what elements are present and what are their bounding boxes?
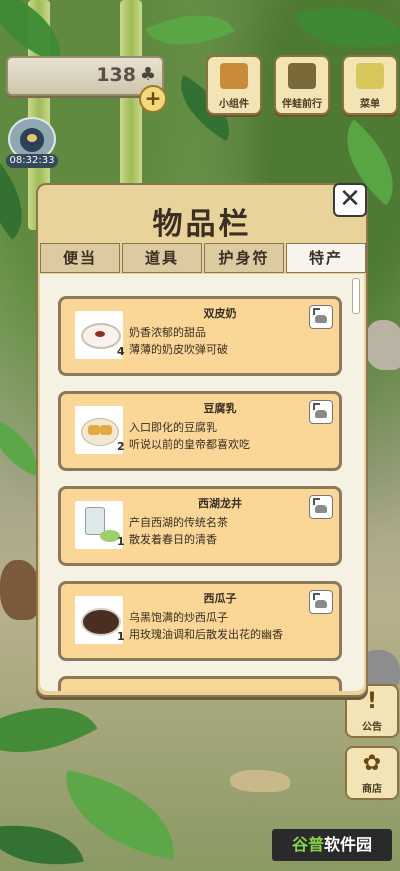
share-icon[interactable]	[309, 495, 333, 519]
item-description: 产自西湖的传统名茶	[129, 516, 228, 529]
share-icon[interactable]	[309, 590, 333, 614]
clover-icon: ♣	[139, 64, 156, 85]
leaf	[0, 812, 84, 871]
widget-icon	[220, 63, 248, 89]
tab-specialties[interactable]: 特产	[286, 243, 366, 273]
shop-icon: ✿	[362, 751, 382, 776]
frog-journey-button-label: 伴蛙前行	[282, 99, 322, 110]
longjing-tea-icon	[75, 501, 123, 549]
item-description: 用玫瑰油调和后散发出花的幽香	[129, 628, 283, 641]
item-description: 薄薄的奶皮吹弹可破	[129, 343, 228, 356]
wooden-cart	[0, 560, 40, 620]
notice-button-label: 公告	[362, 722, 382, 733]
watermelon-seeds-icon	[75, 596, 123, 644]
list-item[interactable]: 1 西湖龙井 产自西湖的传统名茶 散发着春日的清香	[58, 486, 342, 566]
site-watermark: 谷普软件园	[272, 829, 392, 861]
menu-button-label: 菜单	[360, 99, 380, 110]
menu-button[interactable]: 菜单	[342, 55, 398, 115]
item-description: 乌黑饱满的炒西瓜子	[129, 611, 228, 624]
frog-icon	[20, 128, 44, 152]
item-quantity: 2	[117, 440, 125, 453]
share-icon[interactable]	[309, 400, 333, 424]
frog-journey-button[interactable]: 伴蛙前行	[274, 55, 330, 115]
panel-title: 物品栏	[152, 207, 252, 242]
watermark-part2: 软件园	[324, 835, 373, 854]
item-quantity: 4	[117, 345, 125, 358]
scrollbar[interactable]	[352, 278, 360, 314]
tab-bento[interactable]: 便当	[40, 243, 120, 273]
milk-pudding-icon	[75, 311, 123, 359]
clock: 08:32:33	[6, 154, 58, 168]
clover-counter: 138 ♣	[6, 56, 164, 96]
list-item[interactable]	[58, 676, 342, 691]
widget-button[interactable]: 小组件	[206, 55, 262, 115]
frog-journey-icon	[288, 63, 316, 89]
item-description: 听说以前的皇帝都喜欢吃	[129, 438, 250, 451]
item-quantity: 1	[117, 535, 125, 548]
tab-tools[interactable]: 道具	[122, 243, 202, 273]
item-description: 奶香浓郁的甜品	[129, 326, 206, 339]
item-description: 散发着春日的清香	[129, 533, 217, 546]
close-button[interactable]: ✕	[333, 183, 367, 217]
share-icon[interactable]	[309, 305, 333, 329]
inventory-panel: 物品栏 便当 道具 护身符 特产 4 双皮奶 奶香浓郁的甜品 薄薄的奶皮吹弹可破…	[36, 183, 368, 697]
widget-button-label: 小组件	[219, 99, 249, 110]
item-name: 西湖龙井	[198, 497, 242, 510]
menu-icon	[356, 63, 384, 89]
item-name: 双皮奶	[203, 307, 237, 320]
clover-count: 138	[96, 64, 136, 86]
item-name: 豆腐乳	[203, 402, 237, 415]
item-list[interactable]: 4 双皮奶 奶香浓郁的甜品 薄薄的奶皮吹弹可破 2 豆腐乳 入口即化的豆腐乳 听…	[40, 274, 364, 691]
shop-button-label: 商店	[362, 784, 382, 795]
item-quantity: 1	[117, 630, 125, 643]
add-clover-button[interactable]: +	[139, 85, 167, 113]
dirt-patch	[230, 770, 290, 792]
rock	[365, 320, 400, 370]
fermented-tofu-icon	[75, 406, 123, 454]
item-name: 西瓜子	[203, 592, 237, 605]
list-item[interactable]: 2 豆腐乳 入口即化的豆腐乳 听说以前的皇帝都喜欢吃	[58, 391, 342, 471]
item-description: 入口即化的豆腐乳	[129, 421, 217, 434]
list-item[interactable]: 1 西瓜子 乌黑饱满的炒西瓜子 用玫瑰油调和后散发出花的幽香	[58, 581, 342, 661]
inventory-tabs: 便当 道具 护身符 特产	[40, 243, 366, 273]
shop-button[interactable]: ✿ 商店	[345, 746, 399, 800]
watermark-part1: 谷普	[291, 835, 324, 854]
list-item[interactable]: 4 双皮奶 奶香浓郁的甜品 薄薄的奶皮吹弹可破	[58, 296, 342, 376]
tab-charms[interactable]: 护身符	[204, 243, 284, 273]
